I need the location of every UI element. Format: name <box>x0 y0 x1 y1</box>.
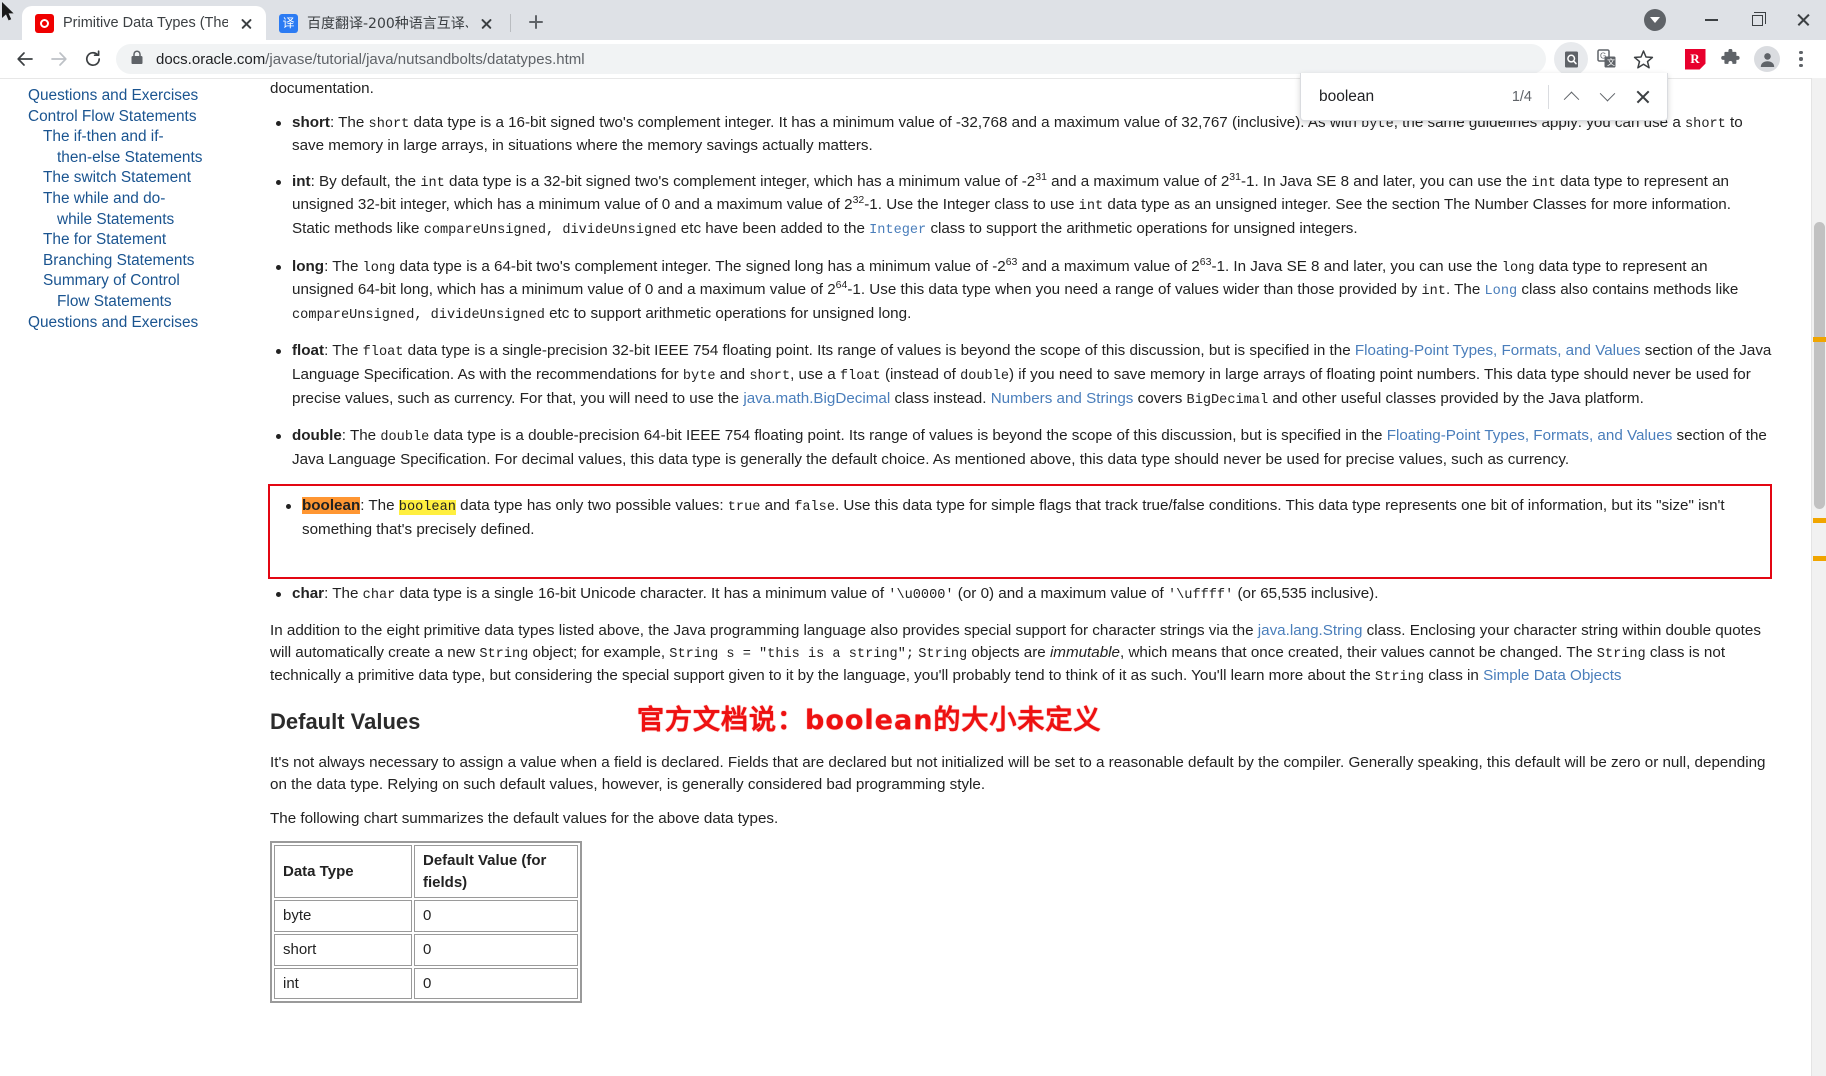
list-item-char: char: The char data type is a single 16-… <box>270 583 1772 607</box>
find-close-button[interactable] <box>1625 79 1661 115</box>
address-bar[interactable]: docs.oracle.com/javase/tutorial/java/nut… <box>116 44 1546 74</box>
term-int: int <box>292 172 311 190</box>
list-item-float: float: The float data type is a single-p… <box>270 340 1772 411</box>
find-previous-button[interactable] <box>1553 79 1589 115</box>
new-tab-button[interactable] <box>521 7 551 37</box>
tab-divider <box>510 14 511 32</box>
article-content: documentation. short: The short data typ… <box>268 78 1798 1004</box>
default-values-paragraph-1: It's not always necessary to assign a va… <box>270 754 1766 794</box>
sidebar-item-control-flow-statements[interactable]: Control Flow Statements <box>28 107 260 128</box>
link-numbers-and-strings[interactable]: Numbers and Strings <box>991 390 1134 407</box>
primitive-type-list-2: char: The char data type is a single 16-… <box>270 583 1772 607</box>
cell-default-value: 0 <box>414 934 578 966</box>
list-item-long: long: The long data type is a 64-bit two… <box>270 256 1772 327</box>
sidebar-item-switch[interactable]: The switch Statement <box>28 168 260 189</box>
cell-data-type: int <box>274 967 412 1000</box>
sidebar-item-while-statements[interactable]: while Statements <box>28 210 260 231</box>
red-extension-icon[interactable]: R <box>1678 42 1712 76</box>
toolbar-actions: G 文 R <box>1554 42 1816 76</box>
link-simple-data-objects[interactable]: Simple Data Objects <box>1483 667 1621 684</box>
three-dot-menu-icon[interactable] <box>1786 42 1816 76</box>
page-viewport: Questions and Exercises Control Flow Sta… <box>0 78 1826 1076</box>
list-item-boolean: boolean: The boolean data type has only … <box>280 495 1758 540</box>
download-icon[interactable] <box>1644 9 1666 31</box>
table-row: short 0 <box>274 934 578 966</box>
browser-tab-active[interactable]: Primitive Data Types (The Java <box>22 6 266 40</box>
default-values-table: Data Type Default Value (for fields) byt… <box>270 841 582 1004</box>
list-item-double: double: The double data type is a double… <box>270 425 1772 470</box>
sidebar-item-for-statement[interactable]: The for Statement <box>28 230 260 251</box>
table-row: byte 0 <box>274 900 578 933</box>
close-tab-icon[interactable] <box>477 14 496 33</box>
reload-icon[interactable] <box>76 42 110 76</box>
google-translate-icon[interactable]: G 文 <box>1590 42 1624 76</box>
cell-data-type: byte <box>274 900 412 933</box>
minimize-button[interactable] <box>1688 0 1734 40</box>
sidebar-item-branching[interactable]: Branching Statements <box>28 251 260 272</box>
find-input[interactable]: boolean <box>1319 88 1512 106</box>
lock-icon <box>130 50 144 69</box>
find-next-button[interactable] <box>1589 79 1625 115</box>
find-match-tick <box>1813 556 1826 561</box>
sidebar-item-if-then[interactable]: The if-then and if- <box>28 127 260 148</box>
browser-tab-strip: Primitive Data Types (The Java 译 百度翻译-20… <box>0 0 1826 40</box>
cell-data-type: short <box>274 934 412 966</box>
tab-title: Primitive Data Types (The Java <box>63 15 228 31</box>
default-values-paragraph-2: The following chart summarizes the defau… <box>270 809 779 827</box>
find-divider <box>1548 84 1549 109</box>
star-icon[interactable] <box>1626 42 1660 76</box>
link-floating-point-types-2[interactable]: Floating-Point Types, Formats, and Value… <box>1387 427 1673 444</box>
link-bigdecimal[interactable]: java.math.BigDecimal <box>743 390 890 407</box>
table-row: int 0 <box>274 967 578 1000</box>
boolean-highlight-box: boolean: The boolean data type has only … <box>268 484 1772 579</box>
find-match-count: 1/4 <box>1511 88 1532 105</box>
oracle-icon <box>35 13 54 33</box>
term-short: short <box>292 113 330 131</box>
term-double: double <box>292 427 342 445</box>
column-header-default-value: Default Value (for fields) <box>414 845 578 899</box>
primitive-type-list: short: The short data type is a 16-bit s… <box>270 112 1772 471</box>
find-in-page-bar: boolean 1/4 <box>1300 73 1668 121</box>
chinese-annotation-overlay: 官方文档说：boolean的大小未定义 <box>637 705 1102 736</box>
cell-default-value: 0 <box>414 967 578 1000</box>
term-long: long <box>292 257 325 275</box>
sidebar-item-questions-exercises-1[interactable]: Questions and Exercises <box>28 86 260 107</box>
table-header-row: Data Type Default Value (for fields) <box>274 845 578 899</box>
forward-arrow-icon[interactable] <box>42 42 76 76</box>
url-text: docs.oracle.com/javase/tutorial/java/nut… <box>156 50 585 68</box>
baidu-translate-icon: 译 <box>279 13 298 33</box>
column-header-data-type: Data Type <box>274 845 412 899</box>
profile-avatar-icon[interactable] <box>1750 42 1784 76</box>
toc-sidebar: Questions and Exercises Control Flow Sta… <box>0 78 270 333</box>
back-arrow-icon[interactable] <box>8 42 42 76</box>
mouse-cursor-icon <box>2 2 14 21</box>
close-tab-icon[interactable] <box>237 14 256 33</box>
browser-tab-inactive[interactable]: 译 百度翻译-200种语言互译、沟通 <box>266 6 506 40</box>
term-char: char <box>292 584 325 602</box>
restore-button[interactable] <box>1734 0 1780 40</box>
link-java-lang-string[interactable]: java.lang.String <box>1258 622 1363 639</box>
link-floating-point-types-1[interactable]: Floating-Point Types, Formats, and Value… <box>1355 342 1641 359</box>
page-scrollbar[interactable] <box>1811 78 1826 1076</box>
find-match-tick <box>1813 337 1826 342</box>
find-match-tick <box>1813 518 1826 523</box>
list-item-int: int: By default, the int data type is a … <box>270 171 1772 242</box>
window-controls <box>1644 0 1826 40</box>
sidebar-item-questions-exercises-2[interactable]: Questions and Exercises <box>28 313 260 334</box>
sidebar-item-while-do[interactable]: The while and do- <box>28 189 260 210</box>
search-match: boolean <box>398 500 456 516</box>
string-support-paragraph: In addition to the eight primitive data … <box>270 622 1761 686</box>
extensions-puzzle-icon[interactable] <box>1714 42 1748 76</box>
term-float: float <box>292 342 325 360</box>
page-search-icon[interactable] <box>1554 42 1588 76</box>
sidebar-item-flow-statements[interactable]: Flow Statements <box>28 292 260 313</box>
sidebar-item-summary-control[interactable]: Summary of Control <box>28 271 260 292</box>
scrollbar-thumb[interactable] <box>1814 222 1825 509</box>
cell-default-value: 0 <box>414 900 578 933</box>
tab-title: 百度翻译-200种语言互译、沟通 <box>307 16 468 32</box>
svg-text:文: 文 <box>1607 57 1615 67</box>
sidebar-item-if-then-else[interactable]: then-else Statements <box>28 148 260 169</box>
search-match-active: boolean <box>302 497 361 515</box>
close-window-button[interactable] <box>1780 0 1826 40</box>
